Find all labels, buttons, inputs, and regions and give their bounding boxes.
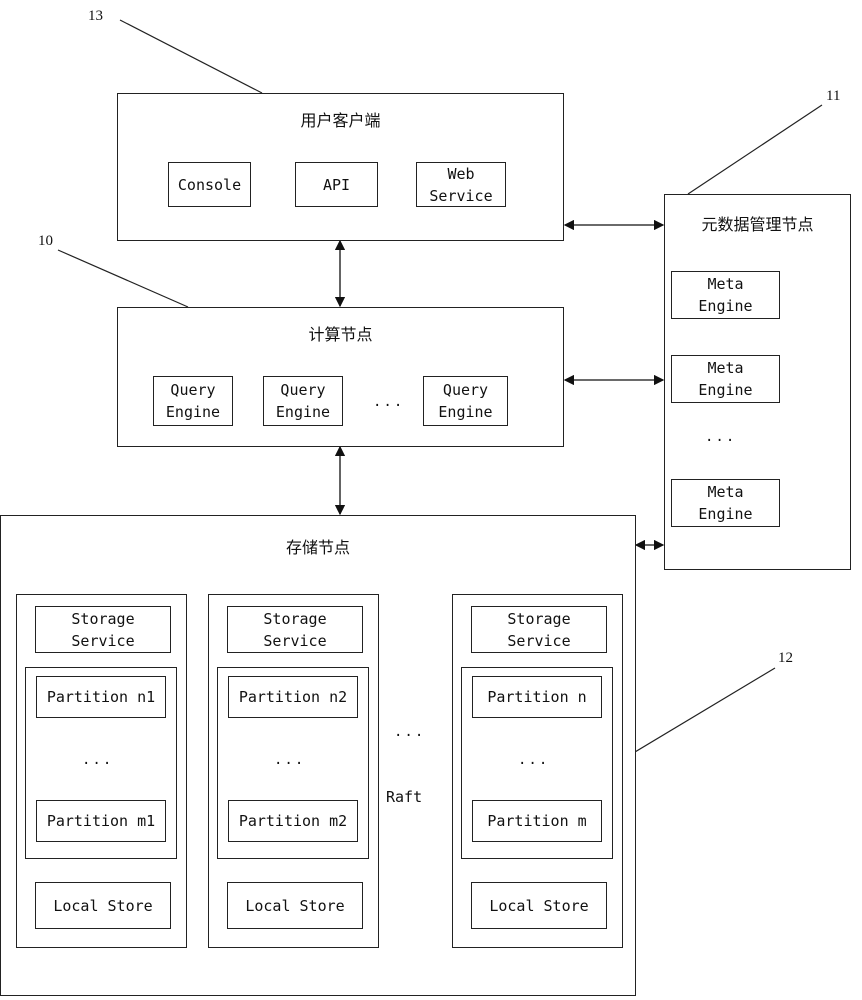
partition-group-2: Partition n2 ... Partition m2: [217, 667, 369, 859]
local-store-1: Local Store: [35, 882, 171, 929]
meta-engine-3: Meta Engine: [671, 479, 780, 527]
ref-label-10: 10: [38, 233, 53, 249]
partition-ellipsis-1: ...: [82, 752, 114, 768]
query-engine-3: Query Engine: [423, 376, 508, 426]
ref-label-11: 11: [826, 88, 841, 104]
ref-line-10: [57, 249, 189, 308]
partition-m1: Partition m1: [36, 800, 166, 842]
partition-n: Partition n: [472, 676, 602, 718]
nodes-ellipsis: ...: [394, 724, 426, 740]
partition-m: Partition m: [472, 800, 602, 842]
client-title: 用户客户端: [300, 111, 381, 130]
partition-group-3: Partition n ... Partition m: [461, 667, 613, 859]
compute-title: 计算节点: [308, 325, 373, 344]
partition-n2: Partition n2: [228, 676, 358, 718]
storage-title: 存储节点: [285, 538, 350, 557]
storage-server-1: Storage Service Partition n1 ... Partiti…: [16, 594, 187, 948]
compute-node: 计算节点 Query Engine Query Engine ... Query…: [117, 307, 564, 447]
ref-line-11: [687, 104, 823, 195]
web-service-component: Web Service: [416, 162, 506, 207]
ref-line-12: [634, 667, 776, 753]
partition-group-1: Partition n1 ... Partition m1: [25, 667, 177, 859]
storage-node: 存储节点 Storage Service Partition n1 ... Pa…: [0, 515, 636, 996]
ref-line-13: [119, 19, 263, 94]
ref-label-13: 13: [88, 8, 103, 24]
raft-label: Raft: [386, 788, 423, 806]
query-engine-2: Query Engine: [263, 376, 343, 426]
storage-server-3: Storage Service Partition n ... Partitio…: [452, 594, 623, 948]
storage-server-2: Storage Service Partition n2 ... Partiti…: [208, 594, 379, 948]
local-store-2: Local Store: [227, 882, 363, 929]
partition-ellipsis-2: ...: [274, 752, 306, 768]
client-node: 用户客户端 Console API Web Service: [117, 93, 564, 241]
meta-node: 元数据管理节点 Meta Engine Meta Engine ... Meta…: [664, 194, 851, 570]
partition-m2: Partition m2: [228, 800, 358, 842]
compute-ellipsis: ...: [373, 394, 405, 410]
meta-engine-2: Meta Engine: [671, 355, 780, 403]
storage-service-3: Storage Service: [471, 606, 607, 653]
meta-title: 元数据管理节点: [701, 215, 814, 234]
meta-engine-1: Meta Engine: [671, 271, 780, 319]
local-store-3: Local Store: [471, 882, 607, 929]
partition-ellipsis-3: ...: [518, 752, 550, 768]
query-engine-1: Query Engine: [153, 376, 233, 426]
storage-service-2: Storage Service: [227, 606, 363, 653]
console-component: Console: [168, 162, 251, 207]
meta-ellipsis: ...: [705, 429, 737, 445]
partition-n1: Partition n1: [36, 676, 166, 718]
api-component: API: [295, 162, 378, 207]
ref-label-12: 12: [778, 650, 793, 666]
storage-service-1: Storage Service: [35, 606, 171, 653]
